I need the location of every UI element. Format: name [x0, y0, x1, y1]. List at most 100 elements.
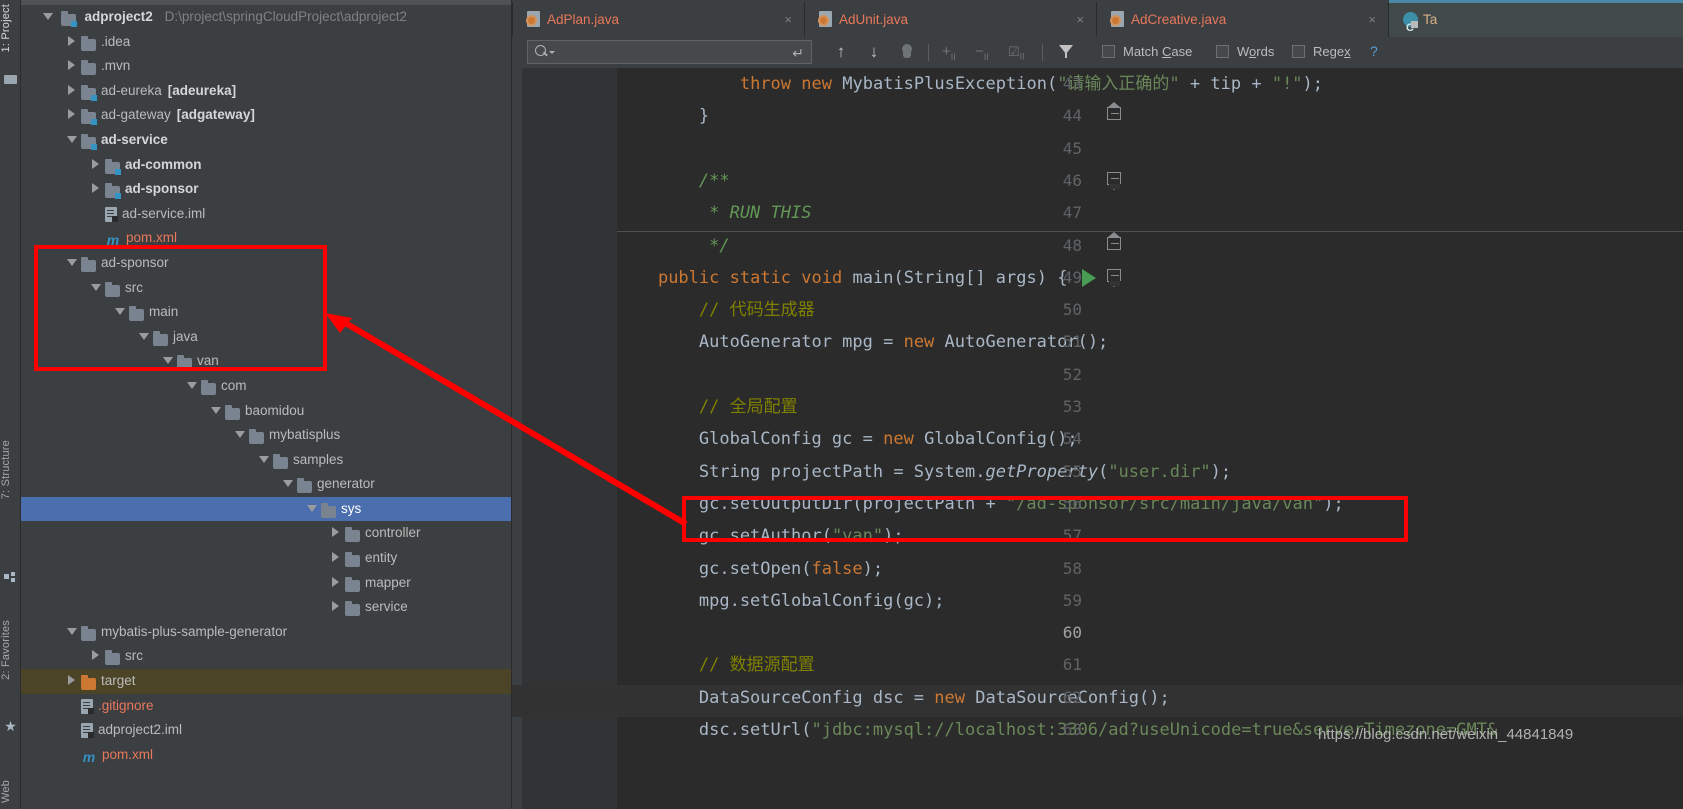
remove-occurrence-icon[interactable]: −II: [975, 43, 993, 62]
code-line[interactable]: GlobalConfig gc = new GlobalConfig();: [617, 423, 1683, 455]
code-line[interactable]: /**: [617, 165, 1683, 197]
chevron-right-icon[interactable]: [67, 109, 78, 120]
select-all-occurrences-icon[interactable]: +II: [942, 43, 960, 62]
tree-row-mapper[interactable]: mapper: [21, 571, 511, 596]
fold-marker[interactable]: [1107, 231, 1123, 255]
chevron-down-icon[interactable]: [211, 405, 222, 416]
tree-row-adproject2-iml[interactable]: adproject2.iml: [21, 718, 511, 743]
tree-row-root[interactable]: adproject2 D:\project\springCloudProject…: [21, 5, 511, 30]
tree-row-target[interactable]: target: [21, 669, 511, 694]
editor-tab-ta[interactable]: Ta: [1388, 0, 1683, 46]
editor-tab-adunit-java[interactable]: AdUnit.java ×: [804, 2, 1096, 37]
words-checkbox[interactable]: [1216, 45, 1229, 58]
code-line[interactable]: gc.setAuthor("van");: [617, 520, 1683, 552]
tool-tab-project[interactable]: 1: Project: [0, 4, 21, 52]
tree-row--idea[interactable]: .idea: [21, 30, 511, 55]
code-line[interactable]: [617, 133, 1683, 165]
tree-row-controller[interactable]: controller: [21, 521, 511, 546]
tree-row--gitignore[interactable]: .gitignore: [21, 694, 511, 719]
find-all-icon[interactable]: [898, 43, 916, 61]
chevron-right-icon[interactable]: [67, 35, 78, 47]
tool-tab-web[interactable]: Web: [0, 780, 21, 803]
code-line[interactable]: // 全局配置: [617, 391, 1683, 423]
tree-row-src[interactable]: src: [21, 644, 511, 669]
chevron-down-icon[interactable]: [235, 429, 246, 440]
code-line[interactable]: [617, 617, 1683, 649]
chevron-right-icon[interactable]: [91, 650, 102, 661]
fold-marker[interactable]: [1107, 171, 1123, 190]
tree-row-ad-eureka[interactable]: ad-eureka [adeureka]: [21, 79, 511, 104]
tool-tab-favorites[interactable]: 2: Favorites: [0, 620, 21, 680]
filter-icon[interactable]: [1057, 43, 1075, 61]
code-line[interactable]: // 代码生成器: [617, 294, 1683, 326]
chevron-down-icon[interactable]: [187, 380, 198, 391]
run-gutter-icon[interactable]: [1082, 268, 1096, 287]
tool-tab-structure[interactable]: 7: Structure: [0, 440, 21, 499]
editor-tab-adplan-java[interactable]: AdPlan.java ×: [512, 2, 804, 37]
chevron-down-icon[interactable]: [67, 257, 78, 268]
code-line[interactable]: throw new MybatisPlusException("请输入正确的" …: [617, 68, 1683, 100]
match-case-checkbox[interactable]: [1102, 45, 1115, 58]
select-occurrences-icon[interactable]: ☑II: [1008, 43, 1026, 62]
tree-row-com[interactable]: com: [21, 374, 511, 399]
chevron-down-icon[interactable]: [67, 626, 78, 637]
code-content[interactable]: throw new MybatisPlusException("请输入正确的" …: [512, 68, 1683, 809]
chevron-down-icon[interactable]: [163, 355, 174, 366]
tree-row-mybatis-plus-sample-generator[interactable]: mybatis-plus-sample-generator: [21, 620, 511, 645]
fold-marker[interactable]: [1107, 268, 1123, 287]
chevron-right-icon[interactable]: [67, 84, 78, 96]
tree-row-entity[interactable]: entity: [21, 546, 511, 571]
code-line[interactable]: public static void main(String[] args) {: [617, 262, 1683, 294]
code-line[interactable]: [617, 359, 1683, 391]
chevron-right-icon[interactable]: [331, 527, 342, 538]
close-icon[interactable]: ×: [784, 2, 792, 37]
tree-row-ad-sponsor[interactable]: ad-sponsor: [21, 177, 511, 202]
tree-row-src[interactable]: src: [21, 276, 511, 301]
code-line[interactable]: DataSourceConfig dsc = new DataSourceCon…: [617, 682, 1683, 714]
chevron-down-icon[interactable]: [43, 11, 54, 22]
chevron-down-icon[interactable]: [115, 306, 126, 317]
find-previous-button[interactable]: ↑: [832, 43, 850, 61]
code-line[interactable]: // 数据源配置: [617, 649, 1683, 681]
tree-row-pom-xml[interactable]: m pom.xml: [21, 226, 511, 251]
chevron-right-icon[interactable]: [91, 158, 102, 170]
tree-row-service[interactable]: service: [21, 595, 511, 620]
tree-row-mybatisplus[interactable]: mybatisplus: [21, 423, 511, 448]
tree-row-main[interactable]: main: [21, 300, 511, 325]
chevron-right-icon[interactable]: [67, 675, 78, 686]
tree-row-ad-gateway[interactable]: ad-gateway [adgateway]: [21, 103, 511, 128]
code-line[interactable]: AutoGenerator mpg = new AutoGenerator();: [617, 326, 1683, 358]
chevron-down-icon[interactable]: [307, 503, 318, 514]
chevron-right-icon[interactable]: [91, 183, 102, 194]
code-line[interactable]: */: [617, 230, 1683, 262]
chevron-down-icon[interactable]: [283, 478, 294, 489]
project-tree[interactable]: adproject2 D:\project\springCloudProject…: [21, 5, 511, 768]
chevron-right-icon[interactable]: [331, 552, 342, 563]
code-line[interactable]: * RUN THIS: [617, 197, 1683, 229]
tree-row-ad-sponsor[interactable]: ad-sponsor: [21, 251, 511, 276]
regex-checkbox[interactable]: [1292, 45, 1305, 58]
chevron-right-icon[interactable]: [331, 601, 342, 612]
code-line[interactable]: gc.setOpen(false);: [617, 553, 1683, 585]
chevron-right-icon[interactable]: [331, 576, 342, 588]
tree-row-pom-xml[interactable]: m pom.xml: [21, 743, 511, 768]
chevron-down-icon[interactable]: [549, 51, 555, 57]
tree-row-ad-common[interactable]: ad-common: [21, 153, 511, 178]
tree-row-java[interactable]: java: [21, 325, 511, 350]
regex-help-icon[interactable]: ?: [1370, 43, 1378, 59]
tree-row-sys[interactable]: sys: [21, 496, 511, 522]
search-input[interactable]: ↵: [527, 40, 812, 64]
find-next-button[interactable]: ↓: [865, 43, 883, 61]
chevron-down-icon[interactable]: [91, 282, 102, 293]
close-icon[interactable]: ×: [1076, 2, 1084, 37]
tree-row-ad-service[interactable]: ad-service: [21, 128, 511, 153]
tree-row-van[interactable]: van: [21, 349, 511, 374]
chevron-right-icon[interactable]: [67, 60, 78, 71]
fold-marker[interactable]: [1107, 102, 1123, 125]
tree-row-generator[interactable]: generator: [21, 472, 511, 497]
tree-row-ad-service-iml[interactable]: ad-service.iml: [21, 202, 511, 227]
chevron-down-icon[interactable]: [259, 454, 270, 465]
code-line[interactable]: gc.setOutputDir(projectPath + "/ad-spons…: [617, 488, 1683, 520]
tree-row-baomidou[interactable]: baomidou: [21, 399, 511, 424]
editor-tab-adcreative-java[interactable]: AdCreative.java ×: [1096, 2, 1388, 37]
